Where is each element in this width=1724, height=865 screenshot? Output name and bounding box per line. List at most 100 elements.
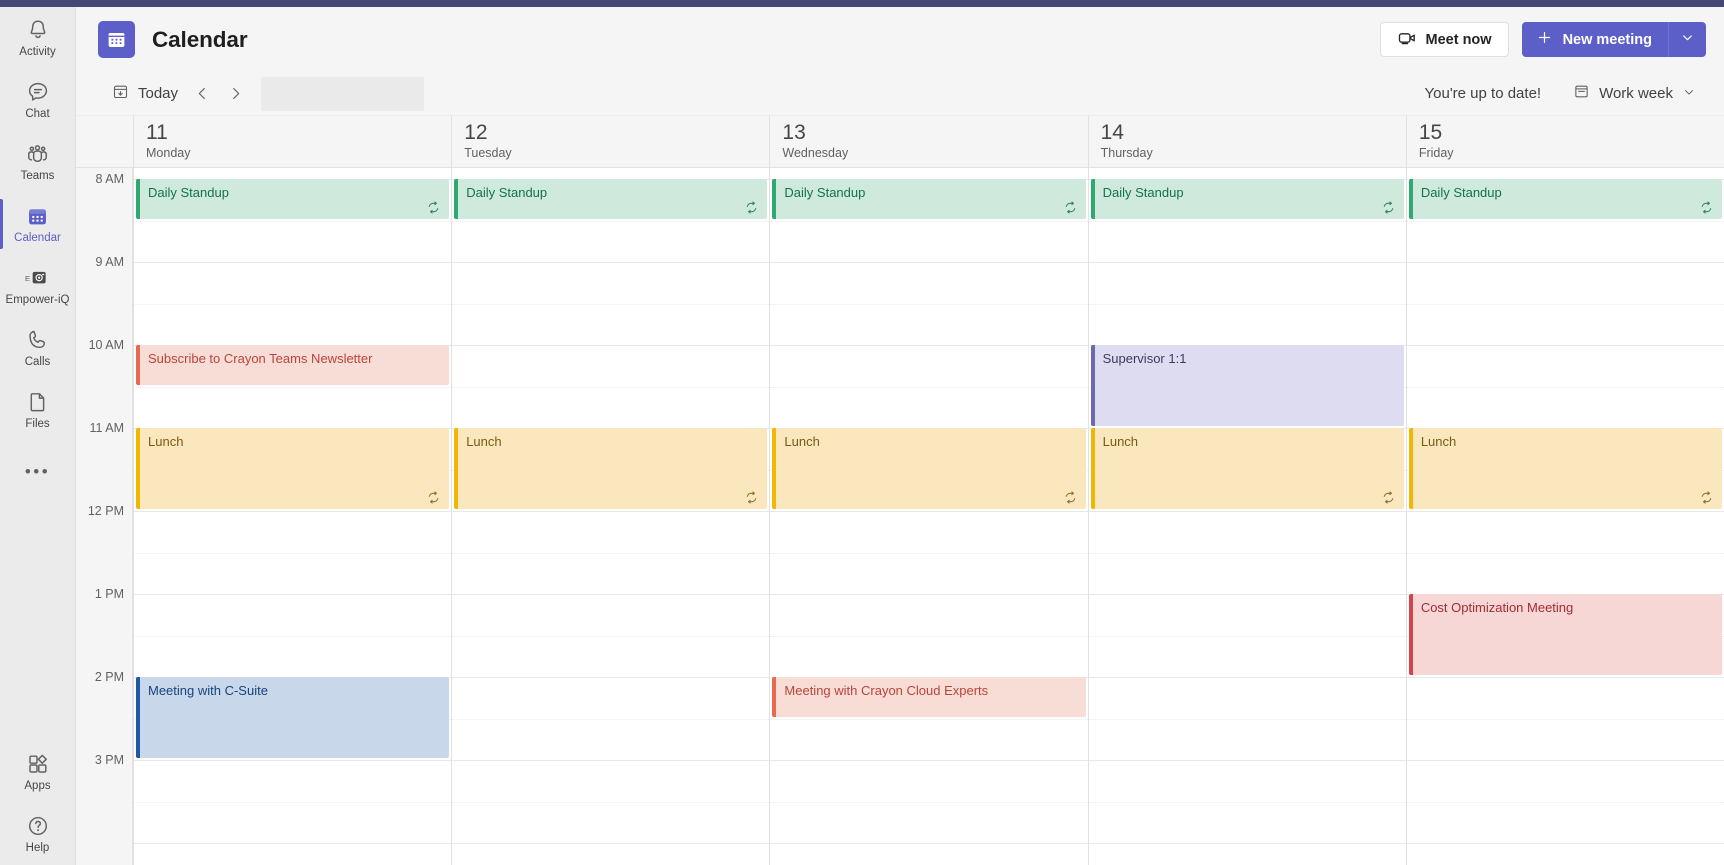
rail-item-label: Teams [20, 170, 55, 182]
event-title: Daily Standup [1420, 185, 1502, 200]
calendar-event[interactable]: Daily Standup [136, 179, 450, 219]
calendar-event[interactable]: Lunch [1090, 428, 1404, 509]
calendar-event[interactable]: Lunch [1408, 428, 1723, 509]
hour-gridline [1406, 345, 1724, 346]
event-color-bar [136, 428, 140, 509]
rail-item-more[interactable]: ••• [0, 441, 76, 503]
time-label: 10 AM [88, 338, 124, 352]
time-label: 3 PM [94, 753, 124, 767]
day-header-friday[interactable]: 15 Friday [1405, 116, 1724, 167]
next-week-button[interactable] [219, 79, 252, 109]
day-header-thursday[interactable]: 14 Thursday [1087, 116, 1406, 167]
day-name: Wednesday [782, 146, 849, 160]
hour-gridline [134, 262, 452, 263]
hour-gridline [134, 511, 452, 512]
calendar-event[interactable]: Lunch [772, 428, 1086, 509]
hour-gridline [1088, 843, 1406, 844]
app-rail: Activity Chat Teams Calendar E Empower-iQ Call… [0, 0, 76, 865]
new-meeting-label: New meeting [1562, 31, 1652, 48]
day-column-tuesday[interactable]: Daily Standup Lunch [451, 168, 770, 865]
calendar-event[interactable]: Daily Standup [454, 179, 768, 219]
time-label: 11 AM [89, 421, 124, 435]
day-header-monday[interactable]: 11 Monday [133, 116, 452, 167]
calendar-event[interactable]: Daily Standup [1090, 179, 1404, 219]
calendar-event[interactable]: Daily Standup [772, 179, 1086, 219]
rail-item-activity[interactable]: Activity [0, 7, 76, 69]
calendar-event[interactable]: Lunch [136, 428, 450, 509]
calendar-event[interactable]: Subscribe to Crayon Teams Newsletter [136, 345, 450, 385]
rail-item-calls[interactable]: Calls [0, 317, 76, 379]
hour-gridline [452, 345, 770, 346]
event-color-bar [1090, 179, 1095, 219]
rail-item-chat[interactable]: Chat [0, 69, 76, 131]
half-hour-gridline [452, 303, 770, 305]
hour-gridline [452, 677, 770, 678]
calendar-event[interactable]: Meeting with Crayon Cloud Experts [772, 677, 1086, 717]
half-hour-gridline [770, 635, 1088, 637]
view-picker[interactable]: Work week [1567, 79, 1702, 108]
day-column-wednesday[interactable]: Daily Standup Lunch Meeting with Crayon Cl… [769, 168, 1088, 865]
half-hour-gridline [770, 386, 1088, 388]
rail-item-calendar[interactable]: Calendar [0, 193, 76, 255]
event-title: Daily Standup [466, 185, 548, 200]
previous-week-button[interactable] [186, 79, 219, 109]
half-hour-gridline [770, 303, 1088, 305]
calendar-event[interactable]: Lunch [454, 428, 768, 509]
half-hour-gridline [770, 801, 1088, 803]
meet-now-button[interactable]: Meet now [1379, 22, 1509, 57]
time-label: 9 AM [95, 255, 125, 269]
today-button[interactable]: Today [104, 79, 186, 108]
recurring-icon [1699, 200, 1714, 215]
day-header-tuesday[interactable]: 12 Tuesday [451, 116, 770, 167]
half-hour-gridline [134, 303, 452, 305]
rail-item-teams[interactable]: Teams [0, 131, 76, 193]
rail-item-empower-iq[interactable]: E Empower-iQ [0, 255, 76, 317]
rail-item-files[interactable]: Files [0, 379, 76, 441]
hour-gridline [1088, 262, 1406, 263]
day-header-gutter [76, 116, 133, 167]
chat-icon [25, 79, 51, 105]
hour-gridline [452, 594, 770, 595]
half-hour-gridline [1088, 801, 1406, 803]
event-color-bar [1408, 179, 1413, 219]
hour-gridline [770, 594, 1088, 595]
calendar-event[interactable]: Cost Optimization Meeting [1408, 594, 1723, 675]
new-meeting-group: New meeting [1521, 22, 1706, 57]
time-label: 12 PM [87, 504, 124, 518]
calendar-event[interactable]: Meeting with C-Suite [136, 677, 450, 758]
rail-item-apps[interactable]: Apps [0, 741, 76, 803]
rail-item-help[interactable]: Help [0, 803, 76, 865]
calendar-event[interactable]: Daily Standup [1408, 179, 1723, 219]
hour-gridline [134, 760, 452, 761]
rail-item-label: Help [25, 842, 50, 854]
event-color-bar [1090, 428, 1095, 509]
hour-gridline [452, 511, 770, 512]
hour-gridline [1088, 677, 1406, 678]
day-column-monday[interactable]: Daily Standup Subscribe to Crayon Teams N… [133, 168, 452, 865]
page-title: Calendar [152, 26, 248, 52]
teams-calendar-app: Activity Chat Teams Calendar E Empower-iQ Call… [0, 0, 1724, 865]
event-color-bar [136, 677, 140, 758]
recurring-icon [744, 490, 759, 505]
day-name: Thursday [1100, 146, 1153, 160]
calendar-event[interactable]: Supervisor 1:1 [1090, 345, 1404, 426]
day-column-thursday[interactable]: Daily Standup Supervisor 1:1 Lunch [1087, 168, 1406, 865]
recurring-icon [744, 200, 759, 215]
day-column-friday[interactable]: Daily Standup Lunch Cost Optimization Meet… [1405, 168, 1724, 865]
half-hour-gridline [452, 635, 770, 637]
hour-gridline [770, 345, 1088, 346]
new-meeting-dropdown-button[interactable] [1668, 22, 1706, 57]
event-title: Lunch [466, 434, 502, 449]
day-header-wednesday[interactable]: 13 Wednesday [769, 116, 1088, 167]
half-hour-gridline [1406, 718, 1724, 720]
event-title: Lunch [1102, 434, 1139, 449]
main-region: Calendar Meet now New meeting Today You'… [76, 0, 1724, 865]
today-calendar-icon [112, 83, 129, 104]
month-year-picker[interactable] [261, 76, 425, 111]
chevron-down-icon [1682, 85, 1696, 103]
rail-item-label: Calendar [14, 232, 61, 244]
new-meeting-button[interactable]: New meeting [1521, 22, 1668, 57]
empower-iq-icon: E [25, 265, 51, 291]
hour-gridline [770, 760, 1088, 761]
event-title: Lunch [784, 434, 820, 449]
